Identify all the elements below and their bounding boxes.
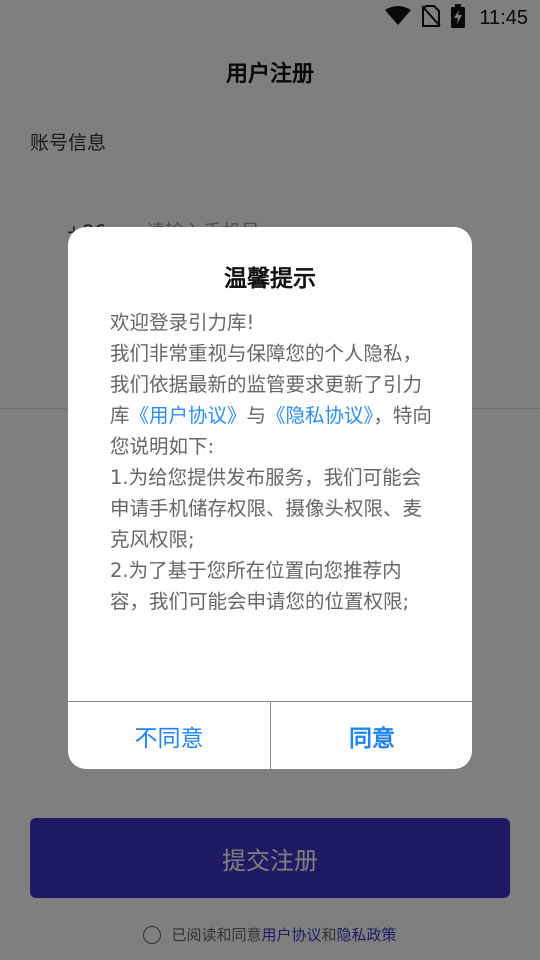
dialog-item-1: 1.为给您提供发布服务，我们可能会申请手机储存权限、摄像头权限、麦克风权限;: [110, 466, 423, 551]
dialog-intro: 我们非常重视与保障您的个人隐私，我们依据最新的监管要求更新了引力库《用户协议》与…: [110, 338, 432, 462]
agree-button[interactable]: 同意: [271, 702, 472, 769]
dialog-item-2: 2.为了基于您所在位置向您推荐内容，我们可能会申请您的位置权限;: [110, 559, 410, 613]
disagree-button[interactable]: 不同意: [68, 702, 270, 769]
notice-dialog: 温馨提示 欢迎登录引力库! 我们非常重视与保障您的个人隐私，我们依据最新的监管要…: [68, 227, 472, 769]
dialog-scroll-fade: [68, 647, 472, 701]
dialog-body[interactable]: 欢迎登录引力库! 我们非常重视与保障您的个人隐私，我们依据最新的监管要求更新了引…: [110, 307, 432, 701]
dialog-greeting: 欢迎登录引力库!: [110, 311, 255, 334]
intro-and-text: 与: [246, 404, 267, 427]
dialog-title: 温馨提示: [224, 266, 316, 292]
user-agreement-dialog-link[interactable]: 《用户协议》: [130, 404, 247, 427]
privacy-agreement-dialog-link[interactable]: 《隐私协议》: [266, 404, 373, 427]
